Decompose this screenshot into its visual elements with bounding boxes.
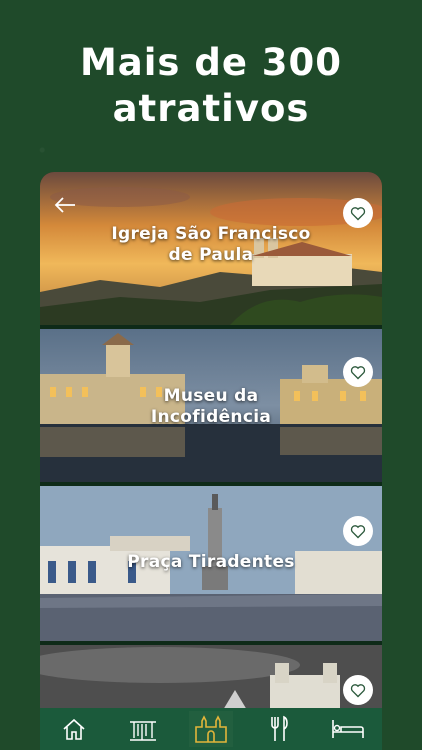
favorite-button[interactable] <box>343 198 373 228</box>
tab-home[interactable] <box>52 711 96 747</box>
headline-line-2: atrativos <box>112 87 310 130</box>
favorite-button[interactable] <box>343 516 373 546</box>
tab-nature[interactable] <box>121 711 165 747</box>
attraction-title: Igreja São Francisco de Paula <box>111 224 311 265</box>
attraction-title: Praça Tiradentes <box>127 552 295 572</box>
home-icon <box>63 718 85 740</box>
promo-headline: Mais de 300 atrativos <box>0 40 422 132</box>
tab-attractions[interactable] <box>188 711 233 747</box>
heart-icon <box>350 524 366 538</box>
restaurant-icon <box>271 715 289 741</box>
attraction-card-igreja[interactable]: Igreja São Francisco de Paula <box>40 172 382 325</box>
heart-icon <box>350 683 366 697</box>
tab-hotels[interactable] <box>326 711 370 747</box>
hotel-icon <box>331 720 364 738</box>
heart-icon <box>350 206 366 220</box>
headline-line-1: Mais de 300 <box>79 41 343 84</box>
attraction-card-igreja-carmo[interactable] <box>40 645 382 715</box>
app-screen: Igreja São Francisco de Paula Museu da I… <box>40 172 382 750</box>
bottom-tab-bar <box>40 708 382 750</box>
tab-restaurants[interactable] <box>257 711 301 747</box>
attraction-title: Museu da Incofidência <box>150 386 272 427</box>
card-photo <box>40 645 382 715</box>
back-arrow-icon[interactable] <box>54 196 76 214</box>
attraction-card-museu[interactable]: Museu da Incofidência <box>40 329 382 482</box>
waterfall-icon <box>129 721 156 741</box>
church-icon <box>195 715 227 743</box>
attraction-card-praca[interactable]: Praça Tiradentes <box>40 486 382 641</box>
favorite-button[interactable] <box>343 357 373 387</box>
heart-icon <box>350 365 366 379</box>
favorite-button[interactable] <box>343 675 373 705</box>
